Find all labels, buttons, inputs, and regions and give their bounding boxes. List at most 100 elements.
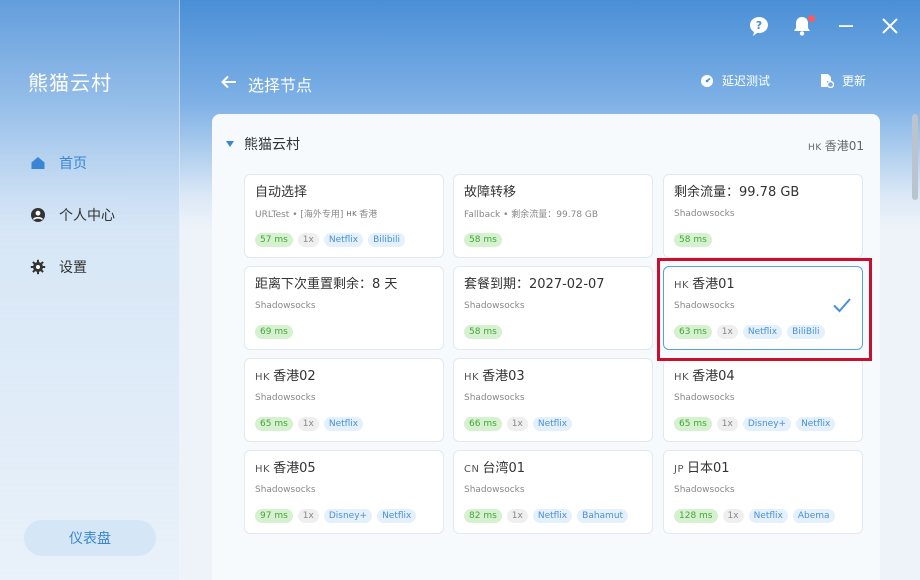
- node-protocol: Shadowsocks: [255, 391, 433, 404]
- proxy-node-card[interactable]: CN 台湾01 Shadowsocks 82 ms 1x Netflix Bahamut: [453, 450, 653, 534]
- node-badges: 65 ms 1x Disney+ Netflix: [674, 417, 836, 431]
- region-flag-code: HK: [346, 209, 358, 218]
- proxy-node-card[interactable]: HK 香港02 Shadowsocks 65 ms 1x Netflix: [244, 358, 444, 442]
- node-name: 日本01: [686, 461, 730, 476]
- streaming-tag-badge: Netflix: [748, 509, 788, 523]
- arrow-left-icon[interactable]: [220, 73, 238, 95]
- node-subtitle-region: 香港: [359, 210, 378, 220]
- node-title: 套餐到期：2027-02-07: [464, 276, 642, 294]
- node-name: 香港05: [273, 461, 316, 476]
- node-name: 故障转移: [464, 185, 517, 200]
- proxy-node-card[interactable]: JP 日本01 Shadowsocks 128 ms 1x Netflix Abema: [663, 450, 863, 534]
- node-title: 距离下次重置剩余：8 天: [255, 276, 433, 294]
- streaming-tag-badge: Disney+: [323, 509, 373, 523]
- node-name: 套餐到期：2027-02-07: [464, 277, 605, 292]
- help-icon[interactable]: ?: [747, 14, 771, 38]
- region-flag-code: HK: [464, 372, 480, 383]
- latency-badge: 97 ms: [255, 509, 293, 523]
- node-name: 香港03: [482, 369, 525, 384]
- sidebar-item-label: 个人中心: [59, 208, 115, 224]
- latency-test-button[interactable]: 延迟测试: [700, 72, 770, 89]
- multiplier-badge: 1x: [722, 509, 744, 523]
- minimize-icon[interactable]: [836, 14, 856, 38]
- proxy-node-card[interactable]: 剩余流量：99.78 GB Shadowsocks 58 ms: [663, 174, 863, 258]
- node-protocol: Shadowsocks: [674, 391, 852, 404]
- proxy-node-card[interactable]: 套餐到期：2027-02-07 Shadowsocks 58 ms: [453, 266, 653, 350]
- node-title: 剩余流量：99.78 GB: [674, 184, 852, 202]
- proxy-node-card[interactable]: HK 香港05 Shadowsocks 97 ms 1x Disney+ Netflix: [244, 450, 444, 534]
- node-subtitle: Shadowsocks: [255, 300, 316, 311]
- node-protocol: Shadowsocks: [464, 391, 642, 404]
- node-title: HK 香港03: [464, 368, 642, 386]
- node-title: HK 香港01: [674, 276, 852, 294]
- selected-node-name: 香港01: [824, 139, 864, 153]
- node-name: 香港01: [692, 277, 735, 292]
- streaming-tag-badge: Abema: [792, 509, 835, 523]
- latency-badge: 66 ms: [464, 417, 502, 431]
- multiplier-badge: 1x: [716, 325, 738, 339]
- region-flag-code: HK: [255, 372, 271, 383]
- node-protocol: URLTest • [海外专用] HK 香港: [255, 207, 433, 221]
- back-navigation[interactable]: 选择节点: [220, 72, 312, 96]
- proxy-node-card[interactable]: 距离下次重置剩余：8 天 Shadowsocks 69 ms: [244, 266, 444, 350]
- latency-badge: 58 ms: [674, 233, 712, 247]
- dashboard-button[interactable]: 仪表盘: [24, 520, 156, 556]
- node-badges: 128 ms 1x Netflix Abema: [674, 509, 835, 523]
- node-badges: 65 ms 1x Netflix: [255, 417, 364, 431]
- sidebar-item-label: 首页: [59, 156, 87, 172]
- node-badges: 58 ms: [674, 233, 712, 247]
- svg-text:?: ?: [756, 19, 762, 32]
- multiplier-badge: 1x: [297, 233, 319, 247]
- proxy-node-card[interactable]: HK 香港04 Shadowsocks 65 ms 1x Disney+ Netflix: [663, 358, 863, 442]
- node-protocol: Shadowsocks: [255, 483, 433, 496]
- node-subtitle: Shadowsocks: [255, 484, 316, 495]
- gear-icon: [30, 259, 46, 275]
- proxy-node-card[interactable]: HK 香港01 Shadowsocks 63 ms 1x Netflix BiliBili: [663, 266, 863, 350]
- caret-down-icon[interactable]: [226, 141, 234, 147]
- proxy-node-card[interactable]: 自动选择 URLTest • [海外专用] HK 香港 57 ms 1x Netflix Bi…: [244, 174, 444, 258]
- latency-badge: 58 ms: [464, 325, 502, 339]
- update-button[interactable]: 更新: [820, 72, 866, 89]
- node-protocol: Fallback • 剩余流量：99.78 GB: [464, 207, 642, 220]
- node-badges: 58 ms: [464, 325, 502, 339]
- notification-bell-icon[interactable]: [790, 14, 815, 38]
- node-protocol: Shadowsocks: [674, 299, 852, 312]
- home-icon: [30, 155, 46, 171]
- region-flag-code: HK: [674, 372, 690, 383]
- node-title: 自动选择: [255, 184, 433, 202]
- update-label: 更新: [842, 74, 867, 88]
- proxy-node-card[interactable]: HK 香港03 Shadowsocks 66 ms 1x Netflix: [453, 358, 653, 442]
- node-title: HK 香港02: [255, 368, 433, 386]
- brand-title: 熊猫云村: [28, 71, 112, 95]
- node-name: 香港02: [273, 369, 316, 384]
- sidebar-item-home[interactable]: 首页: [30, 151, 87, 175]
- node-title: 故障转移: [464, 184, 642, 202]
- region-flag-code: JP: [674, 464, 684, 475]
- node-subtitle: Shadowsocks: [674, 300, 735, 311]
- latency-test-label: 延迟测试: [722, 74, 771, 88]
- multiplier-badge: 1x: [297, 509, 319, 523]
- sidebar: 熊猫云村 首页 个人中心 设置 仪表盘: [0, 0, 180, 580]
- node-badges: 57 ms 1x Netflix Bilibili: [255, 233, 406, 247]
- proxy-group-name: 熊猫云村: [244, 137, 300, 153]
- streaming-tag-badge: Netflix: [323, 233, 364, 247]
- sidebar-item-label: 设置: [59, 260, 87, 276]
- proxy-node-card[interactable]: 故障转移 Fallback • 剩余流量：99.78 GB 58 ms: [453, 174, 653, 258]
- proxy-group-header[interactable]: 熊猫云村: [226, 134, 300, 154]
- node-protocol: Shadowsocks: [255, 299, 433, 312]
- close-icon[interactable]: [879, 14, 901, 38]
- region-flag-code: HK: [255, 464, 271, 475]
- latency-badge: 63 ms: [674, 325, 712, 339]
- sidebar-item-profile[interactable]: 个人中心: [30, 203, 115, 227]
- vertical-scrollbar[interactable]: [912, 114, 918, 200]
- latency-badge: 58 ms: [464, 233, 502, 247]
- node-subtitle: Shadowsocks: [464, 300, 525, 311]
- streaming-tag-badge: Netflix: [377, 509, 417, 523]
- streaming-tag-badge: Bilibili: [368, 233, 406, 247]
- streaming-tag-badge: Netflix: [532, 417, 573, 431]
- checkmark-icon: [832, 297, 852, 317]
- region-flag-code: HK: [674, 280, 690, 291]
- node-badges: 82 ms 1x Netflix Bahamut: [464, 509, 629, 523]
- sidebar-item-settings[interactable]: 设置: [30, 255, 87, 279]
- node-subtitle: Shadowsocks: [464, 392, 525, 403]
